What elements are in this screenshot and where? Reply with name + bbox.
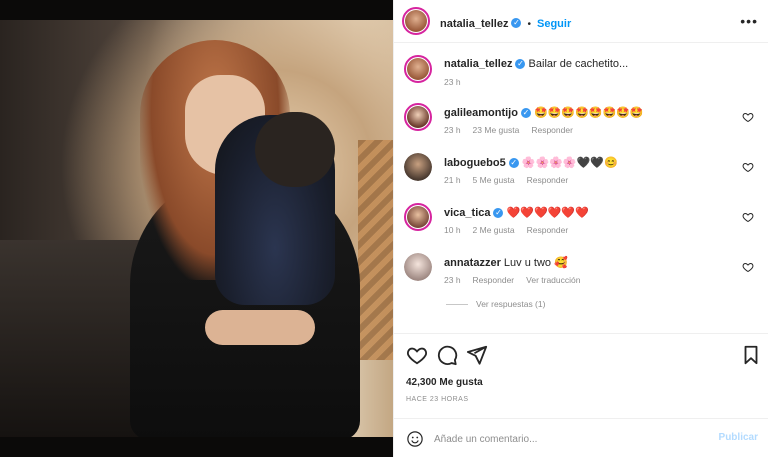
caption-meta: 23 h [444,77,473,87]
comment-likes[interactable]: 5 Me gusta [473,175,515,185]
share-icon[interactable] [466,344,488,366]
save-bookmark-icon[interactable] [740,344,762,366]
post-sidebar: natalia_tellez ✓ • Seguir ••• natalia_telle… [393,0,768,457]
reply-button[interactable]: Responder [531,125,573,135]
avatar[interactable] [404,203,432,231]
avatar[interactable] [404,253,432,281]
photo-child-hair [255,112,335,187]
like-comment-heart-icon[interactable] [742,111,754,123]
comment-likes[interactable]: 23 Me gusta [473,125,520,135]
translate-link[interactable]: Ver traducción [526,275,580,285]
comment-likes[interactable]: 2 Me gusta [473,225,515,235]
comment-line: galileamontijo ✓ 🤩🤩🤩🤩🤩🤩🤩🤩 [444,106,644,119]
post-header: natalia_tellez ✓ • Seguir ••• [394,0,768,43]
verified-icon: ✓ [508,158,519,169]
list-item: vica_tica ✓ ❤️❤️❤️❤️❤️❤️ 10 h 2 Me gusta Re… [404,201,759,241]
list-item: galileamontijo ✓ 🤩🤩🤩🤩🤩🤩🤩🤩 23 h 23 Me gusta… [404,101,759,141]
caption-time: 23 h [444,77,461,87]
comment-time: 21 h [444,175,461,185]
view-replies-label[interactable]: Ver respuestas (1) [476,299,545,309]
post-media[interactable] [0,0,393,457]
comment-meta: 23 h Responder Ver traducción [444,275,592,285]
publish-button[interactable]: Publicar [719,432,758,443]
like-heart-icon[interactable] [406,344,428,366]
author-avatar[interactable] [402,7,430,35]
comment-icon[interactable] [436,344,458,366]
comment-input[interactable] [432,429,706,449]
comment-meta: 21 h 5 Me gusta Responder [444,175,580,185]
replies-divider [446,304,468,306]
comment-text: Luv u two 🥰 [503,257,568,269]
comment-username[interactable]: vica_tica [444,207,490,219]
follow-button[interactable]: Seguir [537,18,571,30]
reply-button[interactable]: Responder [527,225,569,235]
reply-button[interactable]: Responder [473,275,515,285]
likes-count[interactable]: 42,300 Me gusta [406,377,483,388]
photo-hand [205,310,315,345]
emoji-icon[interactable] [406,430,424,448]
post-photo [0,20,393,437]
comment-text: 🤩🤩🤩🤩🤩🤩🤩🤩 [534,107,644,119]
more-options-icon[interactable]: ••• [740,13,758,29]
post-actions [394,333,768,372]
comment-time: 23 h [444,275,461,285]
comment-text: 🌸🌸🌸🌸🖤🖤😊 [521,157,618,169]
comment-text: ❤️❤️❤️❤️❤️❤️ [506,207,589,219]
comment-line: annatazzer Luv u two 🥰 [444,256,568,269]
author-avatar[interactable] [404,55,432,83]
like-comment-heart-icon[interactable] [742,211,754,223]
add-comment-bar: Publicar [394,418,768,458]
comment-line: laboguebo5 ✓ 🌸🌸🌸🌸🖤🖤😊 [444,156,618,169]
comment-time: 23 h [444,125,461,135]
comment-meta: 10 h 2 Me gusta Responder [444,225,580,235]
verified-icon: ✓ [493,208,504,219]
separator-dot: • [527,19,531,30]
list-item: annatazzer Luv u two 🥰 23 h Responder Ver … [404,251,759,291]
caption-text: Bailar de cachetito... [528,58,629,70]
caption-line: natalia_tellez ✓ Bailar de cachetito... [444,58,628,70]
post-dialog: natalia_tellez ✓ • Seguir ••• natalia_telle… [0,0,768,457]
photo-panel [358,140,393,360]
like-comment-heart-icon[interactable] [742,161,754,173]
comment-username[interactable]: annatazzer [444,257,501,269]
comment-meta: 23 h 23 Me gusta Responder [444,125,585,135]
comment-time: 10 h [444,225,461,235]
verified-icon: ✓ [520,108,531,119]
avatar[interactable] [404,103,432,131]
avatar[interactable] [404,153,432,181]
reply-button[interactable]: Responder [527,175,569,185]
verified-icon: ✓ [515,59,526,70]
comment-username[interactable]: galileamontijo [444,107,518,119]
caption-username[interactable]: natalia_tellez [444,58,512,70]
author-username[interactable]: natalia_tellez [440,18,508,30]
view-replies-button[interactable]: Ver respuestas (1) [446,299,545,309]
like-comment-heart-icon[interactable] [742,261,754,273]
comment-username[interactable]: laboguebo5 [444,157,506,169]
comment-line: vica_tica ✓ ❤️❤️❤️❤️❤️❤️ [444,206,589,219]
caption: natalia_tellez ✓ Bailar de cachetito... 2… [404,53,759,89]
list-item: laboguebo5 ✓ 🌸🌸🌸🌸🖤🖤😊 21 h 5 Me gusta Respon… [404,151,759,191]
verified-icon: ✓ [511,17,522,28]
comments-list[interactable]: natalia_tellez ✓ Bailar de cachetito... 2… [394,43,768,333]
post-timestamp: HACE 23 HORAS [406,396,469,403]
